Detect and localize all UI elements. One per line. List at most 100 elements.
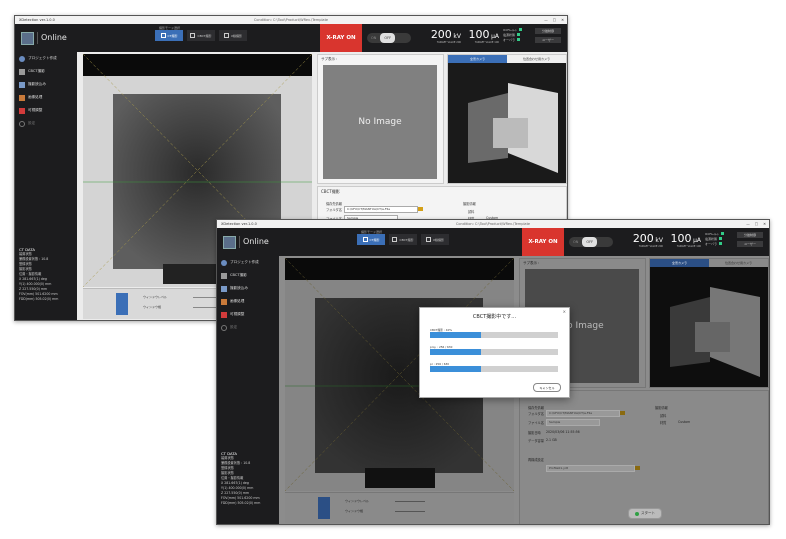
ct-data-panel: CT DATA 装置状態 兼務設置状態 : 10.8 登録状態 撮影状態 位置・… [221, 451, 261, 505]
sidebar-item-project[interactable]: プロジェクト作成 [15, 52, 77, 65]
header: Online 撮影モード選択 CT撮影 CBCT撮影 X線撮影 X-RAY ON… [15, 24, 567, 52]
mode-buttons: 撮影モード選択 CT撮影 CBCT撮影 X線撮影 [155, 26, 247, 41]
folder-icon[interactable] [620, 411, 625, 415]
status-dot-icon [720, 232, 724, 235]
modes-label: 撮影モード選択 [361, 230, 383, 234]
ct-icon [160, 33, 166, 38]
sidebar-item-process[interactable]: 画像処理 [15, 91, 77, 104]
tab-alignment-camera[interactable]: 位置合わせ用カメラ [709, 259, 768, 267]
user-button[interactable]: ユーザー [737, 241, 763, 247]
process-icon [221, 298, 227, 305]
progress-reconstruction: pr : 256 / 630 [430, 362, 558, 372]
sidebar-item-settings[interactable]: 設定 [217, 321, 279, 334]
title-bar: XDetection ver.1.0.0 Condition: C:\Tool\… [217, 220, 769, 228]
folder-input[interactable]: C:\UFX\CT\MANTUA\CT\a-Flle [344, 206, 418, 213]
recon-input[interactable]: Profile01.ydt [546, 465, 635, 472]
user-button[interactable]: ユーザー [535, 37, 561, 43]
window-level-slider[interactable] [395, 501, 425, 502]
window-subtitle: Condition: C:\Tool\Product\WRev.\Templat… [455, 222, 531, 226]
sidebar-item-cbct[interactable]: CBCT撮影 [217, 269, 279, 282]
sidebar-item-adjust[interactable]: 可視調整 [15, 104, 77, 117]
cbct-icon [392, 237, 398, 242]
xray-icon [425, 237, 431, 242]
tab-overview-camera[interactable]: 全景カメラ [448, 55, 507, 63]
status-dot-icon [517, 33, 521, 36]
status-dot-icon [719, 237, 723, 240]
separate-control-button[interactable]: 分離制御 [737, 232, 763, 238]
sidebar: プロジェクト作成 CBCT撮影 撮影読込み 画像処理 可視調整 設定 CT DA… [217, 256, 279, 524]
people-icon [221, 259, 227, 266]
minimize-icon[interactable]: — [544, 18, 548, 22]
camera-pane: 全景カメラ 位置合わせ用カメラ [649, 258, 769, 388]
tools-icon [19, 107, 25, 114]
cbct-icon [190, 33, 196, 38]
minimize-icon[interactable]: — [746, 222, 750, 226]
modes-label: 撮影モード選択 [159, 26, 181, 30]
image-icon [221, 285, 227, 292]
maximize-icon[interactable]: □ [553, 18, 556, 22]
close-icon[interactable]: ✕ [561, 18, 564, 22]
folder-icon[interactable] [418, 207, 423, 211]
status-dot-icon [718, 242, 722, 245]
ct-icon [362, 237, 368, 242]
status-dot-icon [518, 28, 522, 31]
xray-toggle[interactable]: ON OFF [367, 33, 411, 43]
no-image-placeholder: No Image [323, 65, 437, 179]
mode-ct-button[interactable]: CT撮影 [357, 234, 385, 245]
tools-icon [221, 311, 227, 318]
progress-projection: proj. : 256 / 630 [430, 345, 558, 355]
sidebar-item-load[interactable]: 撮影読込み [217, 282, 279, 295]
sidebar-item-adjust[interactable]: 可視調整 [217, 308, 279, 321]
title-bar: XDetection ver.1.0.0 Condition: C:\Tool\… [15, 16, 567, 24]
header: Online 撮影モード選択 CT撮影 CBCT撮影 X線撮影 X-RAY ON… [217, 228, 769, 256]
separate-control-button[interactable]: 分離制御 [535, 28, 561, 34]
mode-ct-button[interactable]: CT撮影 [155, 30, 183, 41]
app-logo-icon [223, 236, 236, 249]
sidebar-item-cbct[interactable]: CBCT撮影 [15, 65, 77, 78]
process-icon [19, 94, 25, 101]
sidebar-item-settings[interactable]: 設定 [15, 117, 77, 130]
status-dot-icon [516, 38, 520, 41]
tab-alignment-camera[interactable]: 位置合わせ用カメラ [507, 55, 566, 63]
cancel-button[interactable]: キャンセル [533, 383, 561, 392]
sub-image-pane: サブ表示 : No Image [317, 54, 444, 184]
gear-icon [19, 120, 25, 127]
window-subtitle: Condition: C:\Tool\Product\WRev.\Templat… [253, 18, 329, 22]
folder-input[interactable]: C:\UFX\CT\MANTUA\CT\a-Flle [546, 410, 620, 417]
window-width-slider[interactable] [395, 511, 425, 512]
people-icon [19, 55, 25, 62]
ct-icon [19, 68, 25, 75]
mode-label: Online [41, 33, 67, 42]
start-button[interactable]: スタート [628, 508, 662, 519]
status-list: ICX%ｰﾙｰﾄ 電源状態 オーバラ [503, 28, 522, 43]
xray-on-indicator: X-RAY ON [320, 24, 362, 52]
mode-xray-button[interactable]: X線撮影 [219, 30, 247, 41]
mode-cbct-button[interactable]: CBCT撮影 [187, 30, 215, 41]
cbct-pane: 保存先情報 フォルダ名 C:\UFX\CT\MANTUA\CT\a-Flle フ… [519, 390, 769, 524]
xray-icon [223, 33, 229, 38]
fit-button[interactable] [318, 497, 330, 519]
maximize-icon[interactable]: □ [755, 222, 758, 226]
mode-buttons: 撮影モード選択 CT撮影 CBCT撮影 X線撮影 [357, 230, 449, 245]
xray-on-indicator: X-RAY ON [522, 228, 564, 256]
ct-icon [221, 272, 227, 279]
file-name-input[interactable]: Sample [546, 419, 600, 426]
close-icon[interactable]: ✕ [763, 222, 766, 226]
progress-fill [430, 349, 482, 355]
sidebar-item-project[interactable]: プロジェクト作成 [217, 256, 279, 269]
progress-fill [430, 332, 482, 338]
xray-toggle[interactable]: ON OFF [569, 237, 613, 247]
mode-cbct-button[interactable]: CBCT撮影 [389, 234, 417, 245]
folder-icon[interactable] [635, 466, 640, 470]
mode-xray-button[interactable]: X線撮影 [421, 234, 449, 245]
camera-pane: 全景カメラ 位置合わせ用カメラ [447, 54, 567, 184]
camera-photo [448, 63, 566, 183]
progress-cbct: CBCT撮影 : 40% [430, 328, 558, 338]
sidebar-item-load[interactable]: 撮影読込み [15, 78, 77, 91]
play-icon [635, 511, 639, 516]
view-controls: ウィンドウレベル ウィンドウ幅 [285, 492, 514, 523]
ct-data-panel: CT DATA 装置状態 兼務設置状態 : 10.8 登録状態 撮影状態 位置・… [19, 247, 59, 301]
sidebar-item-process[interactable]: 画像処理 [217, 295, 279, 308]
fit-button[interactable] [116, 293, 128, 315]
tab-overview-camera[interactable]: 全景カメラ [650, 259, 709, 267]
